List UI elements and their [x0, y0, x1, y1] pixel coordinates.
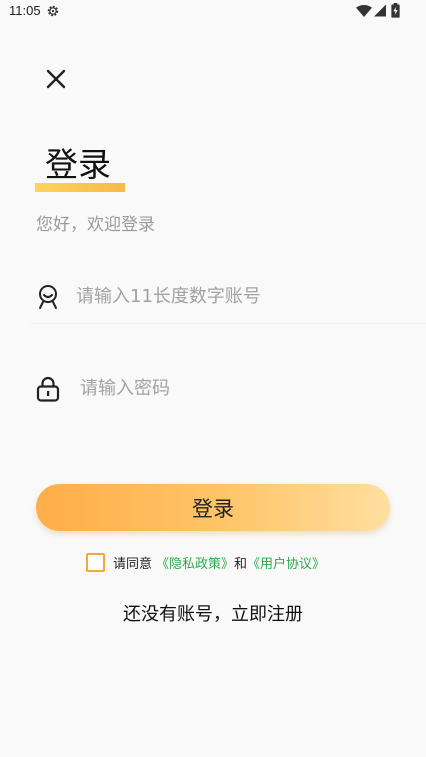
wifi-icon	[356, 5, 372, 17]
account-field-row	[30, 268, 426, 324]
status-time: 11:05	[9, 3, 41, 18]
agree-prefix: 请同意	[113, 556, 153, 572]
account-input[interactable]	[76, 278, 406, 314]
password-field-row	[30, 360, 426, 416]
page-title: 登录	[45, 145, 111, 184]
gear-icon	[47, 5, 59, 17]
signal-icon	[374, 4, 386, 17]
welcome-subtitle: 您好，欢迎登录	[36, 215, 155, 235]
login-button[interactable]: 登录	[36, 484, 390, 531]
agreement-row: 请同意 《隐私政策》 和 《用户协议》	[86, 552, 325, 572]
title-block: 登录	[35, 143, 125, 193]
agree-and-text: 和	[234, 556, 248, 572]
lock-icon	[36, 376, 60, 402]
user-agreement-link[interactable]: 《用户协议》	[247, 553, 325, 572]
battery-icon	[391, 3, 400, 18]
user-face-icon	[39, 285, 57, 309]
privacy-policy-link[interactable]: 《隐私政策》	[156, 553, 234, 572]
register-link[interactable]: 还没有账号，立即注册	[0, 600, 426, 626]
status-bar: 11:05	[0, 0, 426, 24]
password-input[interactable]	[80, 370, 410, 406]
agree-checkbox[interactable]	[86, 552, 105, 572]
close-button[interactable]	[40, 63, 72, 95]
close-icon	[46, 69, 66, 89]
